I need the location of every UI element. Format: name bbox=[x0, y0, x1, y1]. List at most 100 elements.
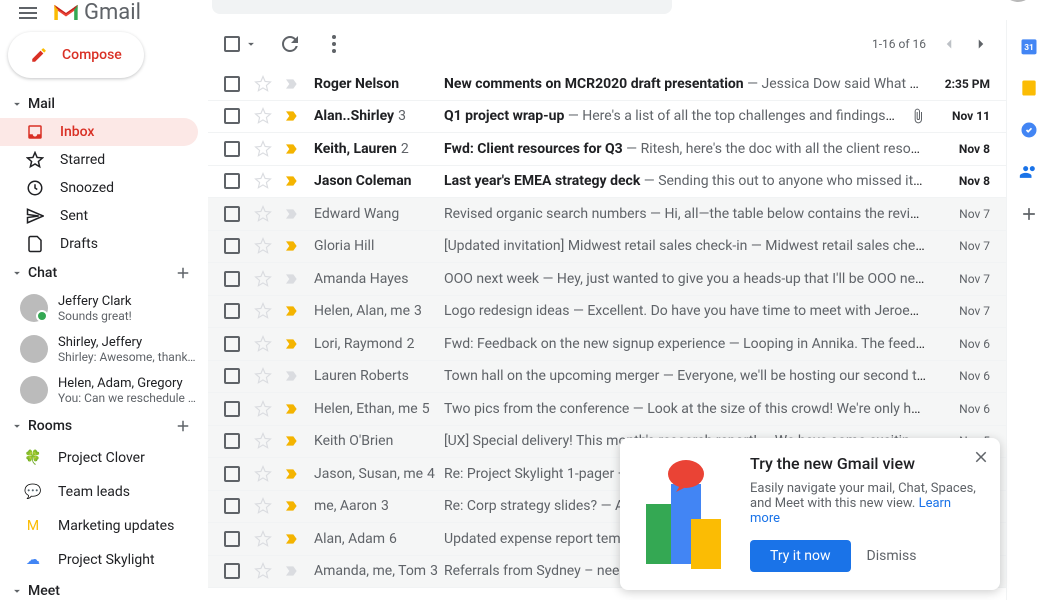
chat-item[interactable]: Jeffery ClarkSounds great! bbox=[0, 288, 208, 329]
nav-sent[interactable]: Sent bbox=[0, 202, 198, 230]
tasks-icon[interactable] bbox=[1019, 120, 1039, 140]
room-item[interactable]: 🍀Project Clover bbox=[0, 441, 208, 475]
nav-inbox[interactable]: Inbox bbox=[0, 118, 198, 146]
account-avatar[interactable] bbox=[1002, 0, 1034, 2]
star-icon[interactable] bbox=[254, 172, 272, 190]
star-icon[interactable] bbox=[254, 530, 272, 548]
star-icon[interactable] bbox=[254, 335, 272, 353]
star-icon[interactable] bbox=[254, 270, 272, 288]
mail-row[interactable]: Helen, Alan, me3 Logo redesign ideas — E… bbox=[208, 296, 1006, 329]
checkbox[interactable] bbox=[224, 271, 240, 287]
checkbox[interactable] bbox=[224, 173, 240, 189]
mail-row[interactable]: Alan..Shirley3 Q1 project wrap-up — Here… bbox=[208, 101, 1006, 134]
more-icon[interactable] bbox=[322, 32, 346, 56]
plus-icon[interactable] bbox=[174, 417, 192, 435]
room-item[interactable]: ☁Project Skylight bbox=[0, 543, 208, 577]
star-icon[interactable] bbox=[254, 465, 272, 483]
nav-snoozed[interactable]: Snoozed bbox=[0, 174, 198, 202]
important-icon[interactable] bbox=[284, 563, 300, 579]
checkbox[interactable] bbox=[224, 498, 240, 514]
try-it-button[interactable]: Try it now bbox=[750, 540, 851, 572]
mail-row[interactable]: Keith, Lauren2 Fwd: Client resources for… bbox=[208, 133, 1006, 166]
checkbox[interactable] bbox=[224, 368, 240, 384]
search-bar[interactable] bbox=[212, 0, 672, 14]
checkbox[interactable] bbox=[224, 563, 240, 579]
section-mail[interactable]: Mail bbox=[0, 90, 208, 118]
gmail-logo[interactable]: Gmail bbox=[52, 0, 141, 20]
mail-row[interactable]: Lori, Raymond2 Fwd: Feedback on the new … bbox=[208, 328, 1006, 361]
checkbox[interactable] bbox=[224, 206, 240, 222]
important-icon[interactable] bbox=[284, 336, 300, 352]
mail-row[interactable]: Amanda Hayes OOO next week — Hey, just w… bbox=[208, 263, 1006, 296]
tune-icon[interactable] bbox=[638, 0, 658, 2]
mail-row[interactable]: Helen, Ethan, me5 Two pics from the conf… bbox=[208, 393, 1006, 426]
checkbox[interactable] bbox=[224, 433, 240, 449]
important-icon[interactable] bbox=[284, 141, 300, 157]
mail-row[interactable]: Gloria Hill [Updated invitation] Midwest… bbox=[208, 231, 1006, 264]
search-input[interactable] bbox=[258, 0, 626, 2]
important-icon[interactable] bbox=[284, 271, 300, 287]
checkbox[interactable] bbox=[224, 466, 240, 482]
checkbox[interactable] bbox=[224, 401, 240, 417]
room-item[interactable]: MMarketing updates bbox=[0, 509, 208, 543]
mail-row[interactable]: Edward Wang Revised organic search numbe… bbox=[208, 198, 1006, 231]
star-icon[interactable] bbox=[254, 237, 272, 255]
important-icon[interactable] bbox=[284, 368, 300, 384]
important-icon[interactable] bbox=[284, 108, 300, 124]
important-icon[interactable] bbox=[284, 206, 300, 222]
calendar-icon[interactable]: 31 bbox=[1019, 36, 1039, 56]
checkbox[interactable] bbox=[224, 108, 240, 124]
star-icon[interactable] bbox=[254, 205, 272, 223]
mail-row[interactable]: Roger Nelson New comments on MCR2020 dra… bbox=[208, 68, 1006, 101]
star-icon[interactable] bbox=[254, 562, 272, 580]
compose-button[interactable]: Compose bbox=[8, 32, 144, 78]
important-icon[interactable] bbox=[284, 498, 300, 514]
dismiss-button[interactable]: Dismiss bbox=[867, 548, 917, 564]
important-icon[interactable] bbox=[284, 401, 300, 417]
checkbox[interactable] bbox=[224, 238, 240, 254]
section-rooms[interactable]: Rooms bbox=[0, 411, 208, 441]
important-icon[interactable] bbox=[284, 303, 300, 319]
section-meet[interactable]: Meet bbox=[0, 577, 208, 600]
star-icon[interactable] bbox=[254, 432, 272, 450]
add-icon[interactable] bbox=[1019, 204, 1039, 224]
close-icon[interactable] bbox=[972, 448, 990, 466]
important-icon[interactable] bbox=[284, 76, 300, 92]
promo-popup: Try the new Gmail view Easily navigate y… bbox=[620, 438, 1000, 590]
section-chat[interactable]: Chat bbox=[0, 258, 208, 288]
checkbox[interactable] bbox=[224, 531, 240, 547]
checkbox[interactable] bbox=[224, 303, 240, 319]
important-icon[interactable] bbox=[284, 433, 300, 449]
star-icon[interactable] bbox=[254, 107, 272, 125]
menu-icon[interactable] bbox=[16, 1, 40, 21]
contacts-icon[interactable] bbox=[1019, 162, 1039, 182]
next-page-icon[interactable] bbox=[972, 35, 990, 53]
mail-row[interactable]: Lauren Roberts Town hall on the upcoming… bbox=[208, 361, 1006, 394]
star-icon[interactable] bbox=[254, 367, 272, 385]
star-icon[interactable] bbox=[254, 302, 272, 320]
checkbox[interactable] bbox=[224, 141, 240, 157]
important-icon[interactable] bbox=[284, 531, 300, 547]
chat-item[interactable]: Helen, Adam, GregoryYou: Can we reschedu… bbox=[0, 370, 208, 411]
chat-item[interactable]: Shirley, JefferyShirley: Awesome, thanks… bbox=[0, 329, 208, 370]
checkbox[interactable] bbox=[224, 76, 240, 92]
important-icon[interactable] bbox=[284, 238, 300, 254]
important-icon[interactable] bbox=[284, 466, 300, 482]
mail-row[interactable]: Jason Coleman Last year's EMEA strategy … bbox=[208, 166, 1006, 199]
star-icon[interactable] bbox=[254, 75, 272, 93]
select-all[interactable] bbox=[224, 36, 258, 52]
star-icon[interactable] bbox=[254, 400, 272, 418]
important-icon[interactable] bbox=[284, 173, 300, 189]
plus-icon[interactable] bbox=[174, 264, 192, 282]
prev-page-icon[interactable] bbox=[940, 35, 958, 53]
nav-drafts[interactable]: Drafts bbox=[0, 230, 198, 258]
room-item[interactable]: 💬Team leads bbox=[0, 475, 208, 509]
sender: Keith, Lauren2 bbox=[314, 141, 444, 157]
star-icon[interactable] bbox=[254, 140, 272, 158]
keep-icon[interactable] bbox=[1019, 78, 1039, 98]
checkbox[interactable] bbox=[224, 336, 240, 352]
nav-starred[interactable]: Starred bbox=[0, 146, 198, 174]
clock-icon bbox=[26, 179, 44, 197]
star-icon[interactable] bbox=[254, 497, 272, 515]
refresh-icon[interactable] bbox=[278, 32, 302, 56]
